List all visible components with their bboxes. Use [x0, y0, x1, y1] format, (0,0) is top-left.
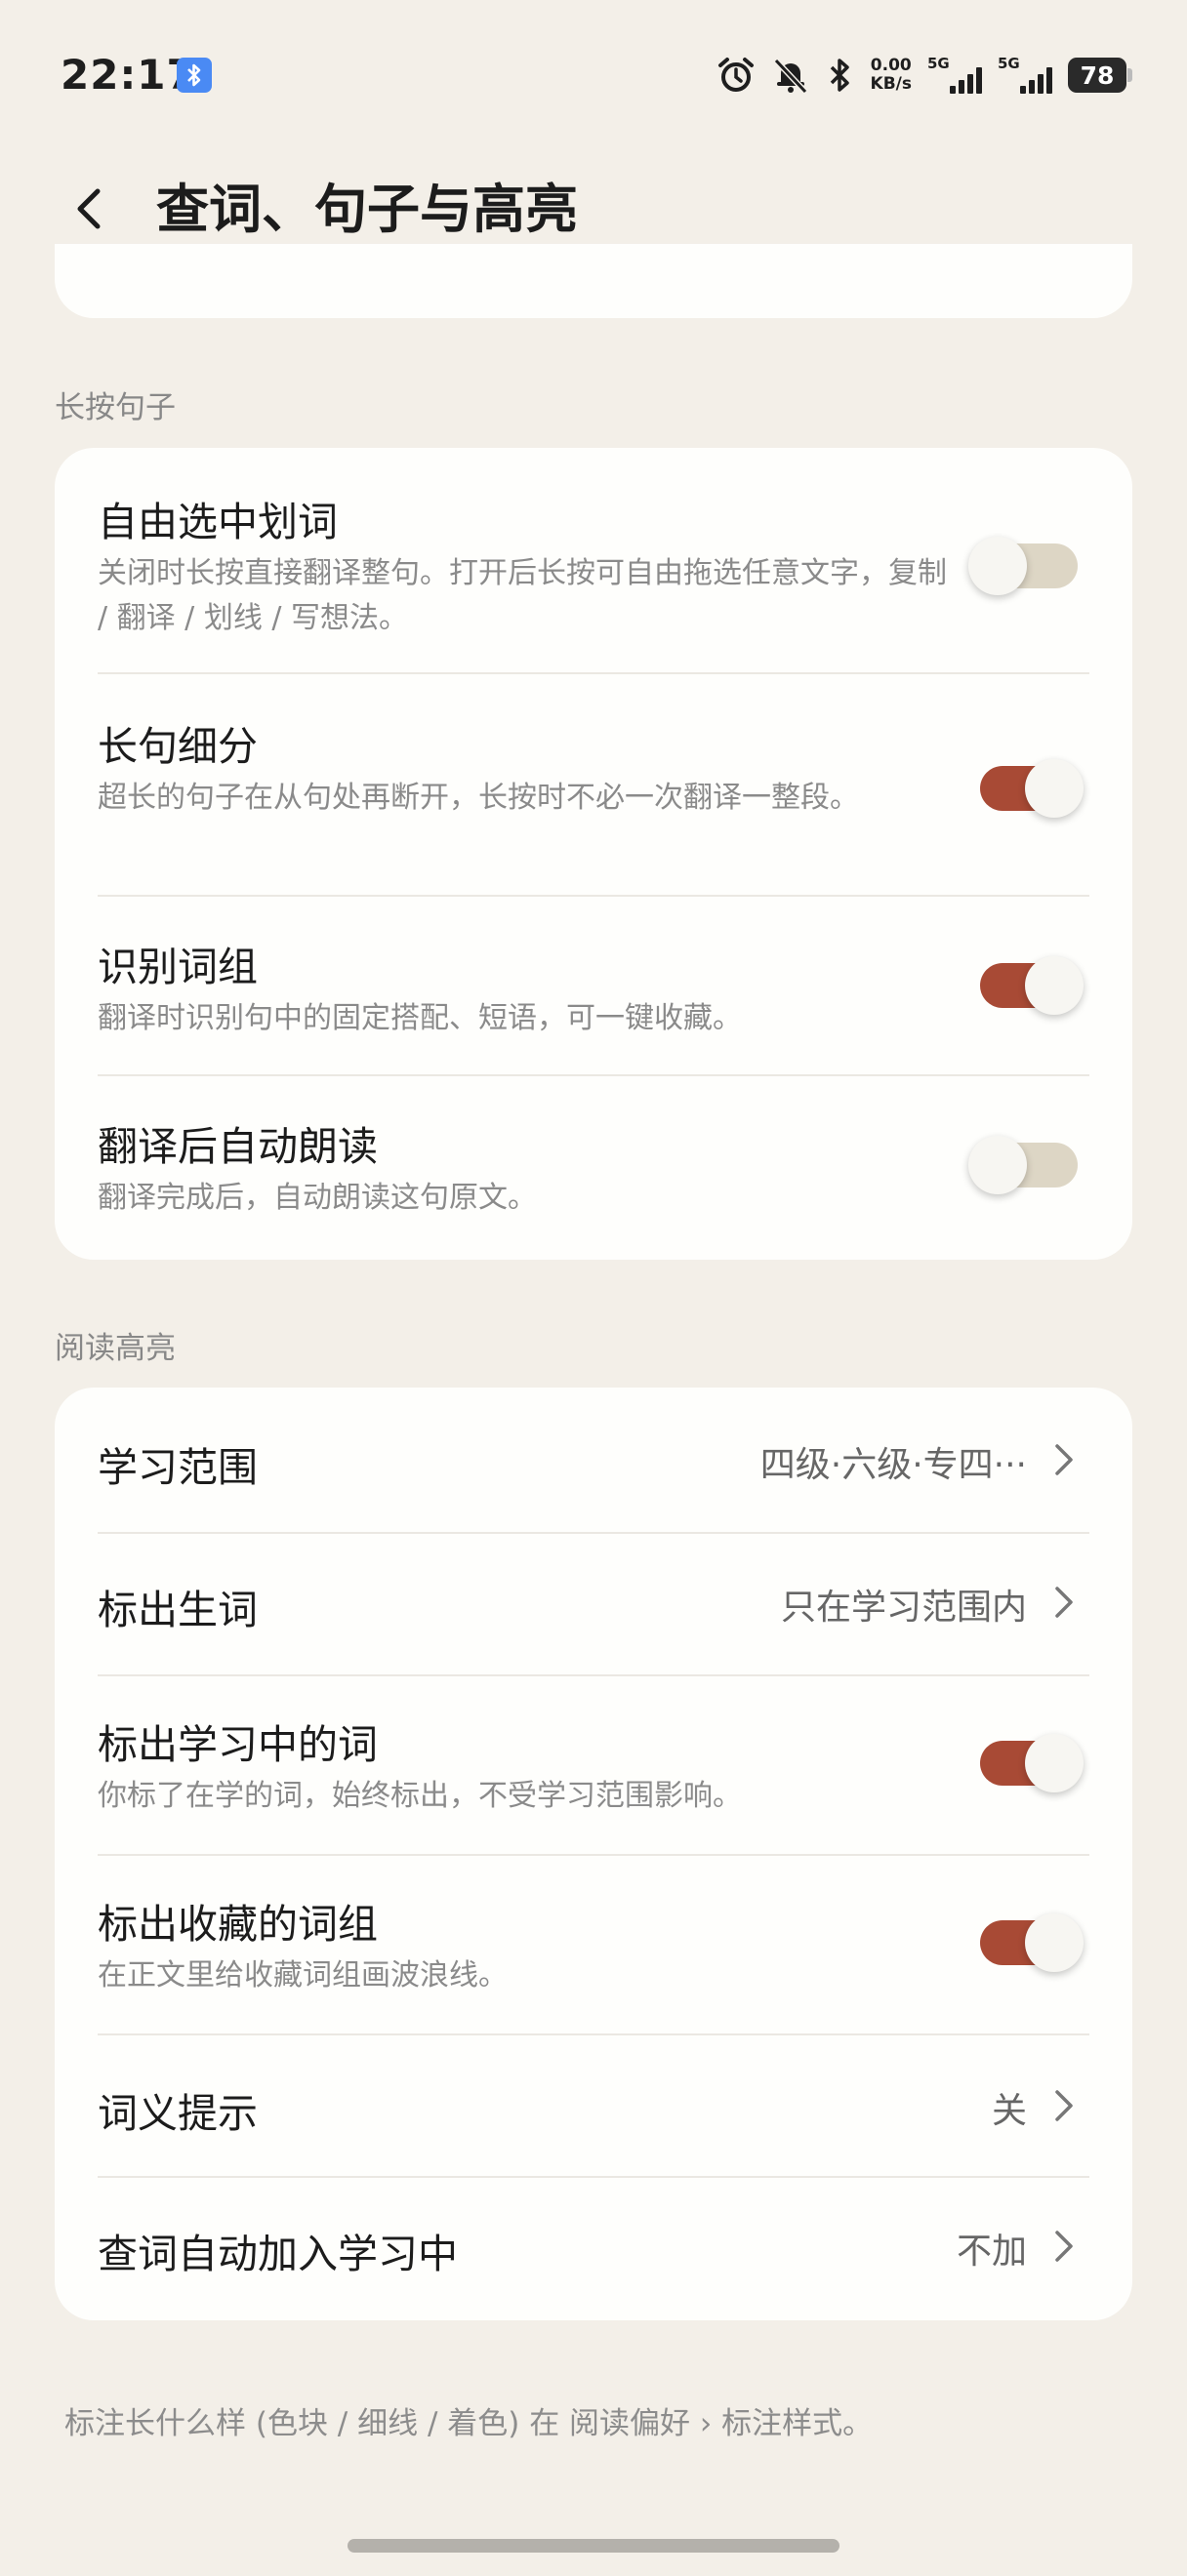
setting-title: 查词自动加入学习中 — [98, 2231, 458, 2277]
battery-icon: 78 — [1068, 58, 1132, 93]
signal-icon: 5G — [998, 55, 1052, 96]
mute-icon — [773, 58, 807, 95]
status-time: 22:17 — [61, 51, 196, 99]
previous-card — [55, 244, 1132, 318]
status-icons: 0.00 KB/s 5G 5G 78 — [716, 51, 1132, 100]
split-long-sentence-toggle[interactable] — [980, 759, 1084, 818]
highlight-card: 学习范围 四级·六级·专四··· 标出生词 只在学习范围内 标出学习中的词 你标… — [55, 1388, 1132, 2320]
setting-row-meaning-hint[interactable]: 词义提示 关 — [55, 2035, 1132, 2176]
home-indicator[interactable] — [348, 2539, 839, 2553]
free-select-toggle[interactable] — [968, 537, 1078, 595]
setting-desc: 在正文里给收藏词组画波浪线。 — [98, 1958, 508, 1992]
setting-row-mark-learning[interactable]: 标出学习中的词 你标了在学的词，始终标出，不受学习范围影响。 — [55, 1676, 1132, 1854]
auto-add-value: 不加 — [956, 2232, 1027, 2272]
setting-row-auto-read[interactable]: 翻译后自动朗读 翻译完成后，自动朗读这句原文。 — [55, 1076, 1132, 1260]
bluetooth-icon — [830, 59, 849, 92]
setting-row-mark-phrases[interactable]: 标出收藏的词组 在正文里给收藏词组画波浪线。 — [55, 1856, 1132, 2033]
long-press-card: 自由选中划词 关闭时长按直接翻译整句。打开后长按可自由拖选任意文字，复制 / 翻… — [55, 448, 1132, 1260]
setting-desc: 超长的句子在从句处再断开，长按时不必一次翻译一整段。 — [98, 781, 859, 815]
sim2-tag: 5G — [998, 55, 1020, 72]
alarm-icon — [717, 58, 754, 92]
setting-desc: 你标了在学的词，始终标出，不受学习范围影响。 — [98, 1779, 742, 1813]
meaning-hint-value: 关 — [991, 2091, 1027, 2131]
chevron-right-icon — [1055, 2231, 1073, 2262]
signal-icon: 5G — [927, 55, 982, 96]
setting-title: 翻译后自动朗读 — [98, 1123, 378, 1170]
net-speed-value: 0.00 — [870, 56, 912, 75]
net-speed-unit: KB/s — [870, 74, 912, 94]
back-button[interactable] — [59, 178, 121, 240]
chevron-right-icon — [1055, 1444, 1073, 1475]
battery-level: 78 — [1080, 60, 1115, 90]
setting-row-mark-new-words[interactable]: 标出生词 只在学习范围内 — [55, 1534, 1132, 1674]
setting-desc: 翻译完成后，自动朗读这句原文。 — [98, 1181, 537, 1215]
setting-row-recognize-phrases[interactable]: 识别词组 翻译时识别句中的固定搭配、短语，可一键收藏。 — [55, 897, 1132, 1074]
status-bar: 22:17 0.00 KB/s 5G 5G 78 — [0, 0, 1187, 146]
setting-desc: 关闭时长按直接翻译整句。打开后长按可自由拖选任意文字，复制 / 翻译 / 划线 … — [98, 556, 947, 635]
section-title-long-press: 长按句子 — [55, 390, 176, 425]
setting-title: 长句细分 — [98, 723, 258, 770]
mark-phrases-toggle[interactable] — [980, 1913, 1084, 1972]
mark-learning-toggle[interactable] — [980, 1734, 1084, 1792]
setting-row-study-range[interactable]: 学习范围 四级·六级·专四··· — [55, 1388, 1132, 1532]
chevron-right-icon — [1055, 1587, 1073, 1618]
page-title: 查词、句子与高亮 — [156, 179, 578, 240]
mark-new-words-value: 只在学习范围内 — [780, 1588, 1027, 1628]
section-title-highlight: 阅读高亮 — [55, 1331, 176, 1366]
bluetooth-badge-icon — [177, 58, 212, 93]
setting-row-split-long-sentence[interactable]: 长句细分 超长的句子在从句处再断开，长按时不必一次翻译一整段。 — [55, 674, 1132, 895]
setting-title: 自由选中划词 — [98, 499, 338, 545]
setting-row-free-select[interactable]: 自由选中划词 关闭时长按直接翻译整句。打开后长按可自由拖选任意文字，复制 / 翻… — [55, 448, 1132, 672]
sim1-tag: 5G — [927, 55, 950, 72]
study-range-value: 四级·六级·专四··· — [759, 1445, 1027, 1485]
chevron-right-icon — [1055, 2090, 1073, 2121]
setting-desc: 翻译时识别句中的固定搭配、短语，可一键收藏。 — [98, 1001, 742, 1035]
setting-title: 词义提示 — [98, 2090, 258, 2137]
chevron-left-icon — [77, 188, 101, 229]
setting-row-auto-add[interactable]: 查词自动加入学习中 不加 — [55, 2178, 1132, 2320]
setting-title: 识别词组 — [98, 944, 258, 990]
footer-note: 标注长什么样 (色块 / 细线 / 着色) 在 阅读偏好 › 标注样式。 — [64, 2406, 874, 2441]
setting-title: 标出收藏的词组 — [98, 1901, 378, 1948]
setting-title: 标出学习中的词 — [98, 1721, 378, 1768]
auto-read-toggle[interactable] — [968, 1136, 1078, 1194]
setting-title: 标出生词 — [98, 1587, 258, 1633]
recognize-phrases-toggle[interactable] — [980, 956, 1084, 1015]
setting-title: 学习范围 — [98, 1444, 258, 1491]
net-speed: 0.00 KB/s — [871, 57, 912, 94]
